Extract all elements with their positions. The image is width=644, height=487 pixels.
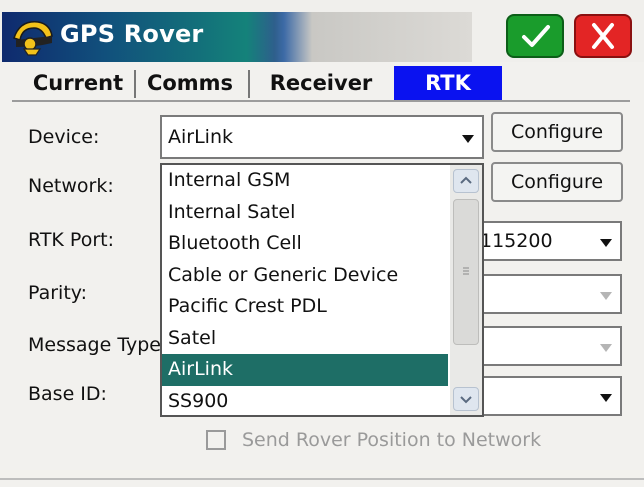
gps-rover-app-icon xyxy=(13,21,53,56)
tab-comms[interactable]: Comms xyxy=(138,66,242,100)
scrollbar[interactable] xyxy=(450,165,482,415)
device-select[interactable]: AirLink xyxy=(160,115,484,159)
rtk-port-label: RTK Port: xyxy=(28,229,114,251)
base-id-label: Base ID: xyxy=(28,383,107,405)
base-id-select[interactable] xyxy=(470,376,622,416)
send-rover-position-label: Send Rover Position to Network xyxy=(242,429,542,451)
list-item[interactable]: Satel xyxy=(162,323,448,355)
scroll-down-button[interactable] xyxy=(453,387,479,411)
tab-separator xyxy=(248,70,250,98)
tab-divider xyxy=(12,100,630,102)
tab-separator xyxy=(134,70,136,98)
device-configure-button[interactable]: Configure xyxy=(491,112,623,152)
device-dropdown-list[interactable]: Internal GSM Internal Satel Bluetooth Ce… xyxy=(160,163,484,417)
window-title: GPS Rover xyxy=(60,20,204,48)
list-item[interactable]: Pacific Crest PDL xyxy=(162,291,448,323)
chevron-down-icon xyxy=(600,292,612,300)
chevron-down-icon xyxy=(460,396,472,404)
tab-receiver[interactable]: Receiver xyxy=(254,66,388,100)
message-type-label: Message Type: xyxy=(28,334,168,356)
close-button[interactable] xyxy=(574,14,632,58)
ok-button[interactable] xyxy=(506,14,564,58)
message-type-select[interactable] xyxy=(470,326,622,366)
chevron-down-icon xyxy=(600,394,612,402)
parity-select[interactable] xyxy=(470,274,622,314)
tab-current[interactable]: Current xyxy=(26,66,130,100)
list-item[interactable]: Cable or Generic Device xyxy=(162,260,448,292)
list-item-selected[interactable]: AirLink xyxy=(162,354,448,386)
scroll-up-button[interactable] xyxy=(453,169,479,193)
close-icon xyxy=(592,23,614,49)
tab-rtk[interactable]: RTK xyxy=(394,66,502,100)
rtk-port-select[interactable]: 115200 xyxy=(470,221,622,261)
chevron-down-icon xyxy=(600,239,612,247)
scroll-thumb[interactable] xyxy=(453,199,479,345)
bottom-divider xyxy=(0,478,644,480)
list-item[interactable]: Internal GSM xyxy=(162,165,448,197)
list-item[interactable]: Bluetooth Cell xyxy=(162,228,448,260)
title-bar: GPS Rover xyxy=(0,0,644,62)
send-rover-position-checkbox[interactable] xyxy=(206,430,226,450)
list-item[interactable]: SS900 xyxy=(162,386,448,416)
device-select-value: AirLink xyxy=(168,126,233,148)
chevron-down-icon xyxy=(462,135,474,143)
grip-icon xyxy=(463,267,469,275)
parity-label: Parity: xyxy=(28,282,88,304)
chevron-down-icon xyxy=(600,344,612,352)
list-item[interactable]: Internal Satel xyxy=(162,197,448,229)
device-label: Device: xyxy=(28,126,100,148)
network-configure-button[interactable]: Configure xyxy=(491,162,623,202)
rtk-port-value: 115200 xyxy=(480,230,553,252)
checkmark-icon xyxy=(522,25,550,47)
network-label: Network: xyxy=(28,175,114,197)
chevron-up-icon xyxy=(460,176,472,184)
